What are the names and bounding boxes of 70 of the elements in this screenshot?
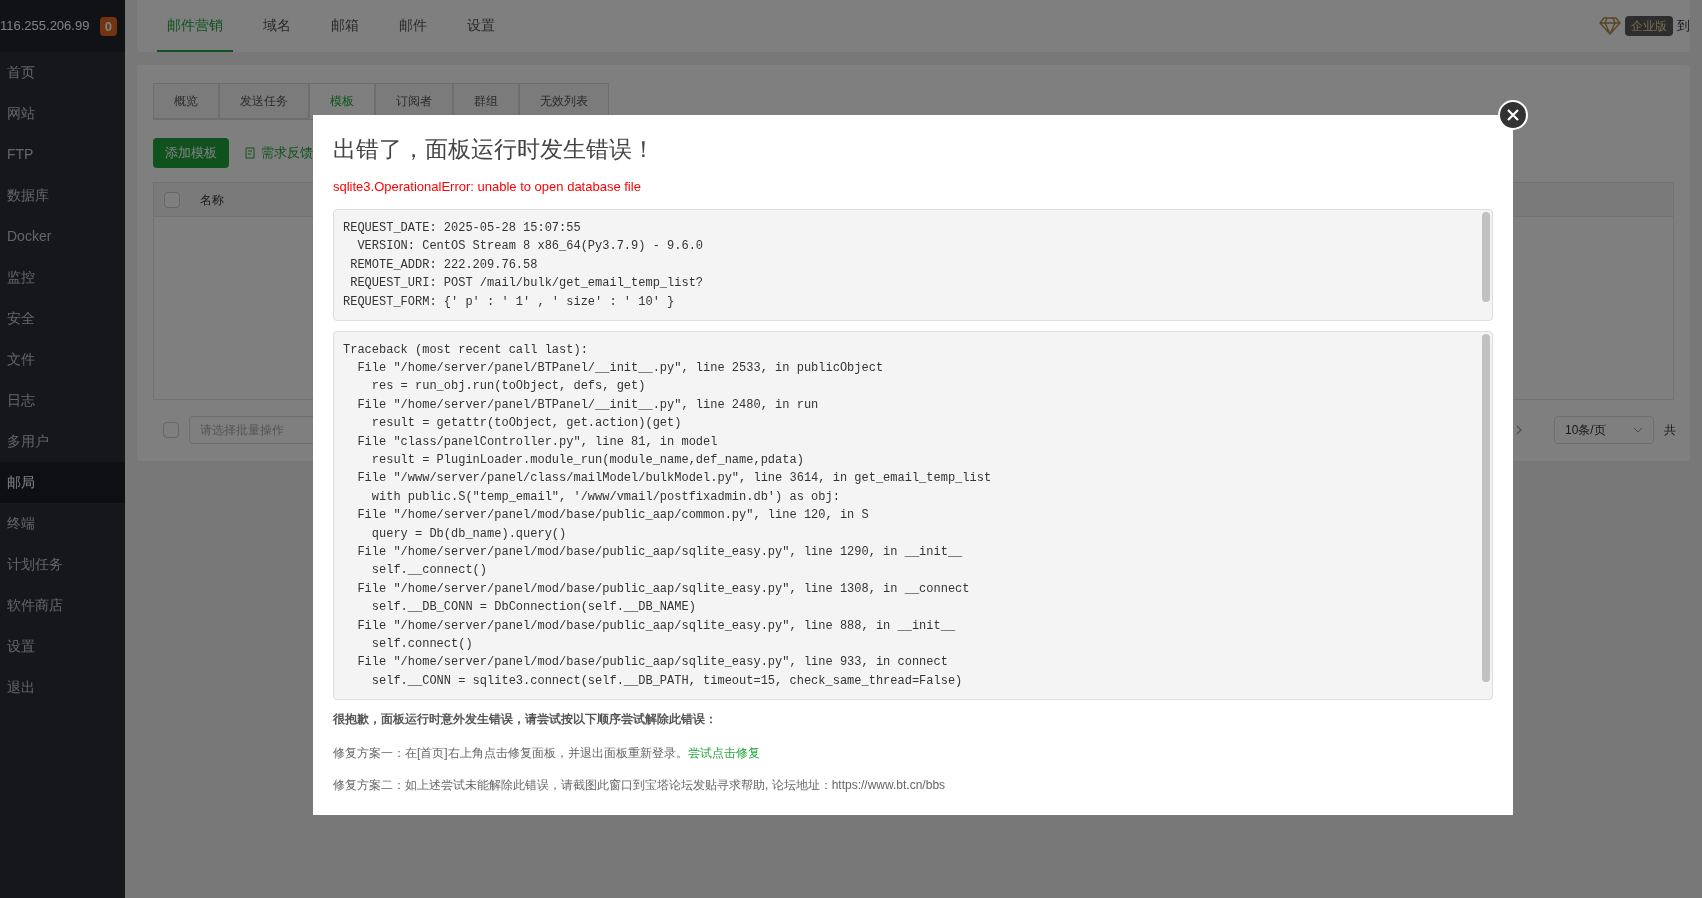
nav-tab[interactable]: 设置 [457,0,505,52]
code-line: query = Db(db_name).query() [370,525,567,543]
code-line: self.__CONN = sqlite3.connect(self.__DB_PATH, timeout=15, check_same_thread=False) [370,672,963,690]
code-line: File "/home/server/panel/BTPanel/__init__.py", line 2533, in publicObject [356,359,884,377]
sidebar-item[interactable]: 退出 [0,667,125,708]
code-line: self.__connect() [370,562,488,580]
code-line: with public.S("temp_email", '/www/vmail/postfixadmin.db') as obj: [370,488,840,506]
sidebar-item[interactable]: 邮局 [0,462,125,503]
scrollbar[interactable] [1482,211,1490,302]
edition-badge[interactable]: 企业版 [1625,16,1673,36]
code-line: result = PluginLoader.module_run(module_name,def_name,pdata) [370,451,804,469]
code-line: File "/www/server/panel/class/mailModel/bulkModel.py", line 3614, in get_email_temp_list [356,470,992,488]
scrollbar[interactable] [1482,333,1490,682]
sidebar-item[interactable]: Docker [0,216,125,257]
batch-checkbox[interactable] [163,422,179,438]
sidebar-item[interactable]: FTP [0,134,125,175]
sidebar-item[interactable]: 监控 [0,257,125,298]
code-line: REQUEST_DATE: 2025-05-28 15:07:55 [343,219,581,237]
code-line: self.__DB_CONN = DbConnection(self.__DB_NAME) [370,599,696,617]
code-line: File "/home/server/panel/mod/base/public_aap/common.py", line 120, in S [356,507,869,525]
error-message: sqlite3.OperationalError: unable to open database file [333,178,642,196]
sidebar-item[interactable]: 日志 [0,380,125,421]
code-line: VERSION: CentOS Stream 8 x86_64(Py3.7.9) - 9.6.0 [356,238,704,255]
page-size-select[interactable]: 10条/页 [1554,416,1654,444]
sidebar-item[interactable]: 文件 [0,339,125,380]
code-line: self.connect() [370,636,473,653]
feedback-link[interactable]: 需求反馈 [245,143,313,163]
fix-instruction: 修复方案二：如上述尝试未能解除此错误，请截图此窗口到宝塔论坛发贴寻求帮助, 论坛地址：https://www.bt.cn/bbs [333,776,947,794]
code-line: File "/home/server/panel/BTPanel/__init__.py", line 2480, in run [356,396,819,414]
code-line: REQUEST_FORM: {' p' : ' 1' , ' size' : ' 10' } [343,293,675,311]
sidebar-item[interactable]: 首页 [0,52,125,93]
nav-tab[interactable]: 邮件 [389,0,437,52]
nav-tab[interactable]: 邮箱 [321,0,369,52]
next-page-icon[interactable] [1514,424,1524,436]
diamond-icon [1599,17,1621,35]
code-line: File "/home/server/panel/mod/base/public_aap/sqlite_easy.py", line 888, in __init__ [356,617,956,635]
total-text: 共 [1664,422,1676,439]
expiry-text: 到 [1677,17,1690,36]
close-icon [1506,108,1520,122]
sidebar-item[interactable]: 安全 [0,298,125,339]
repair-link[interactable]: 尝试点击修复 [687,745,760,760]
sidebar-item[interactable]: 终端 [0,503,125,544]
server-ip: 116.255.206.99 [0,17,90,36]
code-line: File "/home/server/panel/mod/base/public_aap/sqlite_easy.py", line 1308, in __connect [356,580,970,598]
sidebar-item[interactable]: 软件商店 [0,585,125,626]
select-all-checkbox[interactable] [164,191,180,208]
nav-tab[interactable]: 邮件营销 [157,0,233,52]
dialog-title: 出错了，面板运行时发生错误！ [333,135,656,164]
sidebar-item[interactable]: 多用户 [0,421,125,462]
add-template-button[interactable]: 添加模板 [153,138,229,168]
notification-count[interactable]: 0 [99,16,117,36]
feedback-text: 需求反馈 [261,144,313,163]
sub-tab[interactable]: 发送任务 [219,83,309,119]
column-header: 名称 [200,191,224,209]
sub-tab[interactable]: 模板 [309,83,375,119]
caret-icon [1633,427,1643,433]
code-line: REQUEST_URI: POST /mail/bulk/get_email_temp_list? [349,275,704,292]
sub-tab[interactable]: 概览 [153,83,219,119]
code-line: File "/home/server/panel/mod/base/public_aap/sqlite_easy.py", line 933, in connect [356,654,948,672]
code-line: res = run_obj.run(toObject, defs, get) [370,378,646,396]
code-line: REMOTE_ADDR: 222.209.76.58 [349,256,538,274]
nav-tab[interactable]: 域名 [253,0,301,52]
code-line: File "/home/server/panel/mod/base/public_aap/sqlite_easy.py", line 1290, in __init__ [356,543,963,561]
apology-text: 很抱歉，面板运行时意外发生错误，请尝试按以下顺序尝试解除此错误： [333,710,718,728]
sidebar-item[interactable]: 数据库 [0,175,125,216]
sidebar-item[interactable]: 设置 [0,626,125,667]
sidebar-item[interactable]: 网站 [0,93,125,134]
code-line: Traceback (most recent call last): [343,341,588,359]
fix-instruction: 修复方案一：在[首页]右上角点击修复面板，并退出面板重新登录。尝试点击修复 [333,744,761,762]
sidebar-item[interactable]: 计划任务 [0,544,125,585]
